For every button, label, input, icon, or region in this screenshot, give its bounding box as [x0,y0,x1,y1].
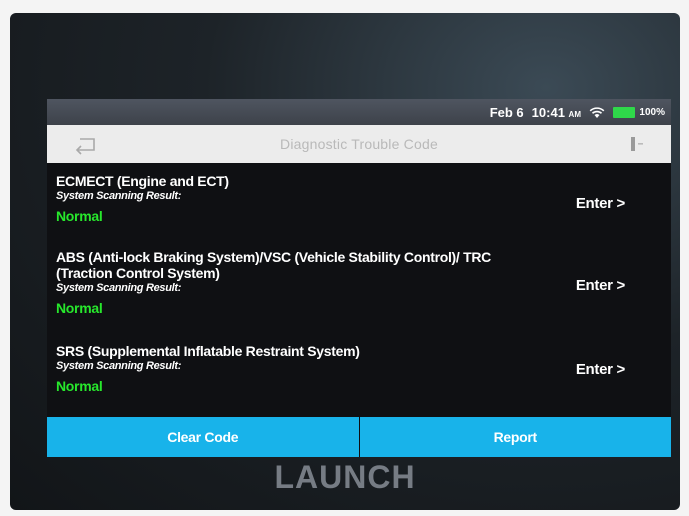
system-result-list: ECMECT (Engine and ECT) System Scanning … [47,165,671,413]
status-time-suffix: AM [568,110,581,119]
list-item: SRS (Supplemental Inflatable Restraint S… [47,341,671,413]
battery-level: 100% [639,107,665,118]
battery-fill [613,107,635,118]
status-time-value: 10:41 [531,105,565,120]
wifi-icon [589,106,605,118]
status-bar: Feb 6 10:41 AM 100% [47,99,671,125]
brand-logo: LAUNCH [274,459,416,495]
list-item: ABS (Anti-lock Braking System)/VSC (Vehi… [47,243,671,341]
title-bar: Diagnostic Trouble Code [47,125,671,163]
system-name: ECMECT (Engine and ECT) [56,173,229,189]
page-title: Diagnostic Trouble Code [280,136,438,152]
list-item: ECMECT (Engine and ECT) System Scanning … [47,165,671,243]
enter-button[interactable]: Enter > [576,195,625,212]
system-name: ABS (Anti-lock Braking System)/VSC (Vehi… [56,249,491,281]
scan-status: Normal [56,378,103,394]
menu-icon[interactable] [630,135,646,153]
scan-status: Normal [56,300,103,316]
device-screen: Feb 6 10:41 AM 100% Diagnostic Trouble C… [47,99,671,457]
action-bar: Clear Code Report [47,417,671,457]
clear-code-button[interactable]: Clear Code [47,417,359,457]
device-frame: Feb 6 10:41 AM 100% Diagnostic Trouble C… [10,13,680,510]
system-name: SRS (Supplemental Inflatable Restraint S… [56,343,360,359]
battery-icon: 100% [613,106,665,119]
status-date: Feb 6 [489,105,524,120]
enter-button[interactable]: Enter > [576,277,625,294]
enter-button[interactable]: Enter > [576,361,625,378]
status-time: 10:41 AM [532,105,581,120]
status-indicators: Feb 6 10:41 AM 100% [490,105,665,120]
report-button[interactable]: Report [359,417,671,457]
